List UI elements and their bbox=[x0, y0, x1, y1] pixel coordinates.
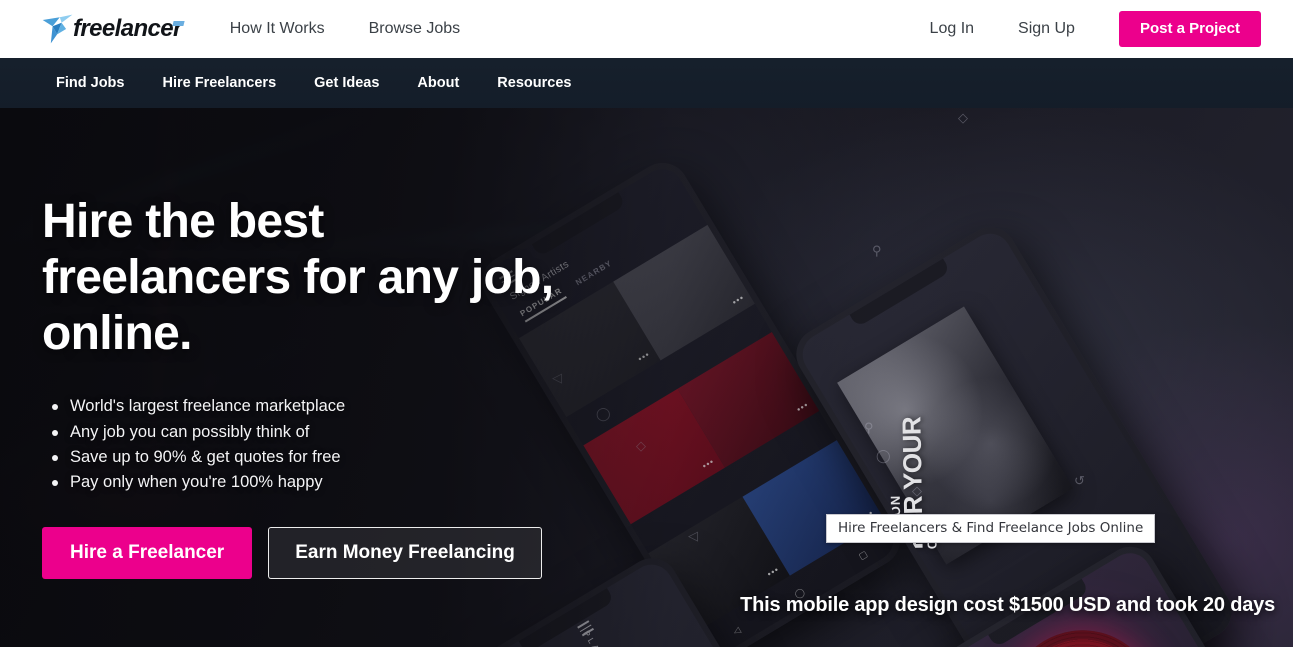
subnav-item-hire-freelancers[interactable]: Hire Freelancers bbox=[162, 75, 276, 91]
secondary-nav: Find Jobs Hire Freelancers Get Ideas Abo… bbox=[0, 58, 1293, 108]
primary-nav: How It Works Browse Jobs bbox=[230, 20, 504, 38]
signup-link[interactable]: Sign Up bbox=[1018, 20, 1075, 38]
hero-caption: This mobile app design cost $1500 USD an… bbox=[740, 594, 1275, 616]
hummingbird-logo-icon bbox=[40, 11, 76, 47]
nav-browse-jobs[interactable]: Browse Jobs bbox=[369, 20, 461, 38]
list-item: World's largest freelance marketplace bbox=[42, 394, 642, 419]
logo-tail-accent bbox=[172, 21, 185, 26]
page-title: Hire the best freelancers for any job, o… bbox=[42, 194, 642, 362]
logo-wordmark: freelancer bbox=[73, 15, 182, 42]
header-actions: Log In Sign Up Post a Project bbox=[930, 11, 1261, 47]
hero-benefit-list: World's largest freelance marketplace An… bbox=[42, 394, 642, 494]
list-item: Pay only when you're 100% happy bbox=[42, 470, 642, 495]
subnav-item-find-jobs[interactable]: Find Jobs bbox=[56, 75, 124, 91]
top-header: freelancer How It Works Browse Jobs Log … bbox=[0, 0, 1293, 58]
hero-content: Hire the best freelancers for any job, o… bbox=[42, 194, 642, 579]
subnav-item-resources[interactable]: Resources bbox=[497, 75, 571, 91]
site-logo[interactable]: freelancer bbox=[40, 9, 185, 49]
subnav-item-about[interactable]: About bbox=[417, 75, 459, 91]
earn-money-freelancing-button[interactable]: Earn Money Freelancing bbox=[268, 526, 542, 579]
hero-title-line: freelancers for any job, bbox=[42, 251, 554, 305]
nav-how-it-works[interactable]: How It Works bbox=[230, 20, 325, 38]
hero-title-line: Hire the best bbox=[42, 195, 324, 248]
hire-a-freelancer-button[interactable]: Hire a Freelancer bbox=[42, 526, 253, 579]
post-a-project-button[interactable]: Post a Project bbox=[1118, 11, 1261, 47]
list-item: Any job you can possibly think of bbox=[42, 420, 642, 445]
hero-section: Signed Artists POPULAR NEARBY ••• ••• ••… bbox=[0, 108, 1293, 647]
list-item: Save up to 90% & get quotes for free bbox=[42, 445, 642, 470]
login-link[interactable]: Log In bbox=[930, 20, 974, 38]
subnav-item-get-ideas[interactable]: Get Ideas bbox=[314, 75, 379, 91]
link-tooltip: Hire Freelancers & Find Freelance Jobs O… bbox=[826, 514, 1156, 543]
hero-title-line: online. bbox=[42, 307, 192, 361]
hero-cta-group: Hire a Freelancer Earn Money Freelancing bbox=[42, 526, 642, 579]
